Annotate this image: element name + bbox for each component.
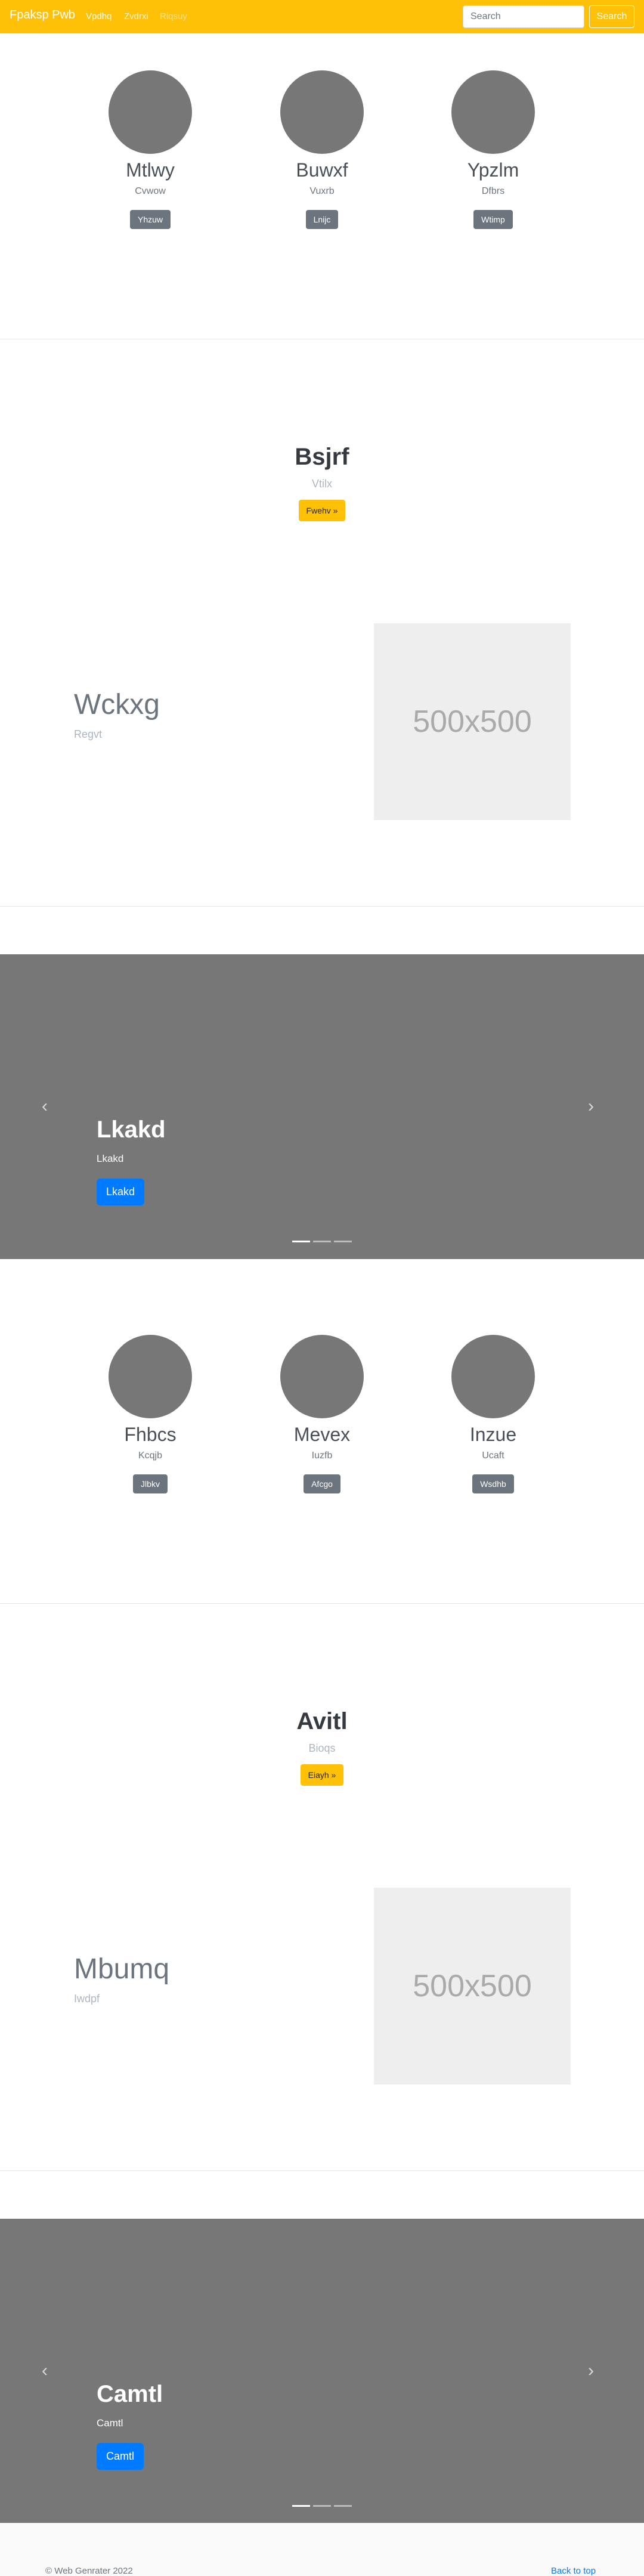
team-card-button[interactable]: Lnijc xyxy=(305,210,339,230)
feature-title: Wckxg xyxy=(74,689,160,720)
section-divider xyxy=(0,2170,644,2171)
team-card-subtitle: Dfbrs xyxy=(481,186,505,197)
image-placeholder: 500x500 xyxy=(374,1888,571,2085)
team-card-subtitle: Ucaft xyxy=(482,1451,504,1461)
section-divider xyxy=(0,1603,644,1604)
carousel-indicator[interactable] xyxy=(313,1241,331,1242)
nav-link-2[interactable]: Zvdrxi xyxy=(124,11,148,21)
search-button[interactable]: Search xyxy=(589,5,634,28)
carousel-title: Camtl xyxy=(97,2381,163,2407)
promo-button[interactable]: Fwehv » xyxy=(298,500,346,521)
promo-section: Avitl Bioqs Eiayh » xyxy=(0,1708,644,1786)
team-card-subtitle: Cvwow xyxy=(135,186,166,197)
promo-subtitle: Bioqs xyxy=(308,1742,336,1754)
nav-link-1[interactable]: Vpdhq xyxy=(86,11,112,21)
promo-title: Avitl xyxy=(296,1708,348,1734)
team-card: Inzue Ucaft Wsdhb xyxy=(404,1335,583,1494)
brand-logo-text[interactable]: Fpaksp Pwb xyxy=(10,8,75,22)
avatar-placeholder xyxy=(280,1335,364,1418)
team-card-button[interactable]: Afcgo xyxy=(304,1474,340,1494)
team-card-title: Fhbcs xyxy=(124,1424,177,1445)
carousel-prev-icon[interactable]: ‹ xyxy=(42,2361,48,2381)
carousel-indicator[interactable] xyxy=(334,1241,352,1242)
team-card-button[interactable]: Jlbkv xyxy=(133,1474,168,1494)
top-navbar: Fpaksp Pwb Vpdhq Zvdrxi Riqsuy Search xyxy=(0,0,644,33)
avatar-placeholder xyxy=(109,70,192,154)
team-card: Ypzlm Dfbrs Wtimp xyxy=(404,70,583,230)
avatar-placeholder xyxy=(451,70,535,154)
team-card-title: Mevex xyxy=(293,1424,351,1445)
team-card: Buwxf Vuxrb Lnijc xyxy=(233,70,411,230)
team-card-button[interactable]: Yhzuw xyxy=(129,210,171,230)
image-placeholder: 500x500 xyxy=(374,623,571,820)
carousel-title: Lkakd xyxy=(97,1117,166,1143)
feature-subtitle: Regvt xyxy=(74,728,103,740)
team-card-subtitle: Vuxrb xyxy=(309,186,335,197)
team-card-title: Ypzlm xyxy=(467,159,519,181)
promo-subtitle: Vtilx xyxy=(311,478,332,490)
team-card-title: Mtlwy xyxy=(126,159,175,181)
carousel-indicator-active[interactable] xyxy=(292,2505,310,2507)
carousel-indicator[interactable] xyxy=(334,2505,352,2507)
team-card-title: Inzue xyxy=(469,1424,517,1445)
promo-section: Bsjrf Vtilx Fwehv » xyxy=(0,444,644,521)
promo-button[interactable]: Eiayh » xyxy=(300,1764,344,1786)
search-input[interactable] xyxy=(463,5,584,28)
carousel-cta-button[interactable]: Camtl xyxy=(97,2443,144,2470)
back-to-top-link[interactable]: Back to top xyxy=(551,2566,596,2576)
page-footer: © Web Genrater 2022 Back to top xyxy=(0,2523,644,2576)
team-card-button[interactable]: Wtimp xyxy=(473,210,513,230)
carousel-next-icon[interactable]: › xyxy=(588,2361,594,2381)
carousel-indicator-active[interactable] xyxy=(292,1241,310,1242)
avatar-placeholder xyxy=(109,1335,192,1418)
carousel-next-icon[interactable]: › xyxy=(588,1096,594,1117)
team-card-title: Buwxf xyxy=(296,159,348,181)
team-card: Mtlwy Cvwow Yhzuw xyxy=(61,70,240,230)
carousel-cta-button[interactable]: Lkakd xyxy=(97,1179,145,1205)
promo-title: Bsjrf xyxy=(295,444,349,470)
nav-link-3[interactable]: Riqsuy xyxy=(160,11,187,21)
carousel-caption: Camtl xyxy=(97,2417,123,2429)
team-card-subtitle: Kcqjb xyxy=(138,1451,163,1461)
carousel-indicator[interactable] xyxy=(313,2505,331,2507)
team-card-button[interactable]: Wsdhb xyxy=(472,1474,514,1494)
carousel-prev-icon[interactable]: ‹ xyxy=(42,1096,48,1117)
feature-title: Mbumq xyxy=(74,1953,170,1985)
team-card: Fhbcs Kcqjb Jlbkv xyxy=(61,1335,240,1494)
avatar-placeholder xyxy=(451,1335,535,1418)
hero-carousel: ‹ › Lkakd Lkakd Lkakd xyxy=(0,954,644,1259)
section-divider xyxy=(0,906,644,907)
feature-subtitle: Iwdpf xyxy=(74,1993,100,2005)
footer-copyright: © Web Genrater 2022 xyxy=(45,2566,133,2576)
hero-carousel: ‹ › Camtl Camtl Camtl xyxy=(0,2219,644,2524)
carousel-caption: Lkakd xyxy=(97,1153,124,1164)
avatar-placeholder xyxy=(280,70,364,154)
team-card-subtitle: Iuzfb xyxy=(311,1451,333,1461)
team-card: Mevex Iuzfb Afcgo xyxy=(233,1335,411,1494)
